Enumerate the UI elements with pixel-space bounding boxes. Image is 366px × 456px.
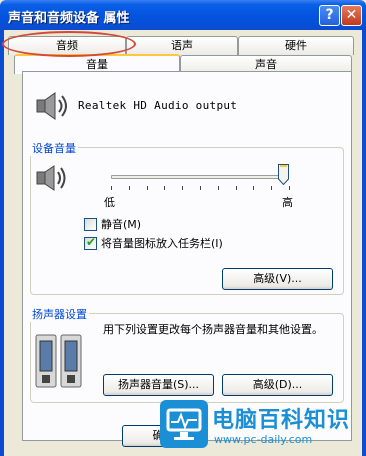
watermark-title: 电脑百科知识 (212, 408, 351, 433)
help-icon: ? (325, 7, 334, 23)
watermark-url: www.pc-daily.com (214, 433, 313, 446)
mute-label: 静音(M) (101, 218, 142, 231)
site-watermark: 电脑百科知识 www.pc-daily.com (160, 396, 366, 456)
tray-icon-label: 将音量图标放入任务栏(I) (101, 237, 223, 250)
tab-hardware-label: 硬件 (285, 39, 307, 52)
title-bar: 声音和音频设备 属性 ? ✕ (0, 0, 366, 30)
slider-tick (164, 186, 165, 190)
volume-high-label: 高 (282, 196, 293, 209)
device-volume-label: 设备音量 (30, 140, 78, 156)
volume-slider-track[interactable] (111, 175, 289, 179)
slider-tick (218, 186, 219, 190)
tab-sounds-label: 声音 (255, 58, 277, 71)
check-icon: ✔ (86, 235, 97, 249)
tab-audio[interactable]: 音频 (8, 36, 126, 55)
tab-voice[interactable]: 语声 (126, 36, 238, 55)
mute-checkbox[interactable] (84, 218, 97, 231)
speaker-settings-label: 扬声器设置 (30, 306, 89, 322)
slider-tick (182, 186, 183, 190)
window-frame-left (0, 30, 4, 456)
tab-voice-label: 语声 (171, 39, 193, 52)
slider-tick (147, 186, 148, 190)
speaker-volume-label: 扬声器音量(S)... (117, 378, 200, 391)
slider-tick (289, 186, 290, 190)
speaker-icon (36, 165, 66, 191)
speaker-advanced-button[interactable]: 高级(D)... (222, 374, 333, 396)
speaker-volume-button[interactable]: 扬声器音量(S)... (103, 374, 214, 396)
volume-slider-thumb[interactable] (278, 164, 289, 185)
volume-advanced-label: 高级(V)... (253, 272, 302, 285)
window-title: 声音和音频设备 属性 (8, 11, 130, 26)
volume-advanced-button[interactable]: 高级(V)... (222, 268, 333, 290)
slider-tick (271, 186, 272, 190)
tray-icon-checkbox[interactable]: ✔ (84, 235, 97, 250)
monitor-logo-icon (160, 400, 208, 448)
slider-tick (236, 186, 237, 190)
tab-hardware[interactable]: 硬件 (238, 36, 354, 55)
speaker-advanced-label: 高级(D)... (252, 378, 303, 391)
close-button[interactable]: ✕ (341, 5, 362, 26)
speaker-description: 用下列设置更改每个扬声器音量和其他设置。 (103, 323, 323, 336)
window-frame-right (362, 30, 366, 456)
slider-tick (129, 186, 130, 190)
tab-audio-label: 音频 (56, 39, 78, 52)
volume-low-label: 低 (104, 196, 115, 209)
help-button[interactable]: ? (319, 5, 340, 26)
close-icon: ✕ (345, 7, 358, 23)
speakers-icon (35, 334, 82, 388)
tab-volume-label: 音量 (86, 58, 108, 71)
slider-tick (111, 186, 112, 190)
speaker-icon (36, 92, 67, 120)
device-name: Realtek HD Audio output (78, 99, 238, 112)
slider-tick (200, 186, 201, 190)
slider-tick (253, 186, 254, 190)
